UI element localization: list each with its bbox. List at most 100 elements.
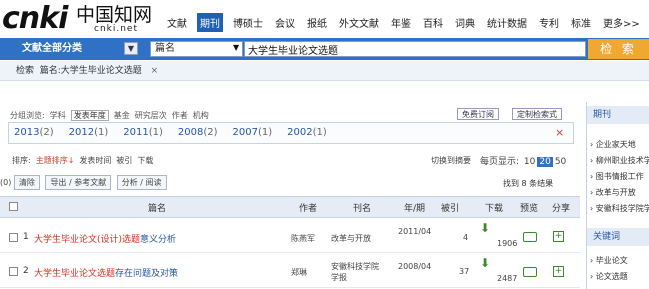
grouping-option[interactable]: 作者 bbox=[172, 111, 188, 120]
sort-bar: 排序: 主题排序↓ 发表时间 被引 下载 bbox=[12, 155, 163, 166]
row-number: 2 bbox=[23, 266, 29, 276]
row-checkbox[interactable] bbox=[9, 233, 18, 242]
col-journal[interactable]: 刊名 bbox=[353, 201, 371, 214]
sidebar-keyword-heading: 关键词 bbox=[587, 228, 649, 246]
year-filter-item[interactable]: 2007(1) bbox=[233, 127, 273, 138]
logo-chinese: 中国知网 bbox=[76, 4, 153, 26]
grouping-option[interactable]: 发表年度 bbox=[70, 110, 109, 121]
chevron-down-icon[interactable]: ▼ bbox=[124, 42, 138, 55]
row-checkbox[interactable] bbox=[9, 267, 18, 276]
download-icon[interactable]: ⬇ bbox=[480, 256, 490, 270]
selected-count: (0) bbox=[0, 178, 12, 187]
journal-link[interactable]: 改革与开放 bbox=[331, 233, 371, 244]
col-downloads[interactable]: 下载 bbox=[485, 201, 503, 214]
preview-book-icon[interactable] bbox=[523, 267, 537, 277]
journal-link[interactable]: 安徽科技学院学报 bbox=[331, 261, 381, 283]
breadcrumb: 检索 篇名:大学生毕业论文选题 × bbox=[0, 61, 649, 81]
per-page-option[interactable]: 20 bbox=[537, 157, 553, 167]
year-filter-item[interactable]: 2008(2) bbox=[178, 127, 218, 138]
sort-option[interactable]: 下载 bbox=[137, 156, 153, 165]
dropdown-arrow-icon[interactable]: ▼ bbox=[233, 43, 239, 52]
export-button[interactable]: 导出 / 参考文献 bbox=[45, 175, 112, 190]
remove-condition-icon[interactable]: × bbox=[151, 66, 159, 76]
topnav-item[interactable]: 年鉴 bbox=[389, 14, 413, 31]
result-title-link[interactable]: 大学生毕业论文(设计)选题意义分析 bbox=[34, 232, 176, 245]
download-icon[interactable]: ⬇ bbox=[480, 221, 490, 235]
topnav-item[interactable]: 标准 bbox=[569, 14, 593, 31]
sort-option[interactable]: 主题排序↓ bbox=[36, 156, 75, 165]
title-highlight: 大学生毕业论文(设计)选题 bbox=[34, 235, 141, 245]
switch-summary-link[interactable]: 切换到摘要 bbox=[431, 155, 471, 166]
year-filter-item[interactable]: 2013(2) bbox=[14, 127, 54, 138]
result-count: 找到 8 条结果 bbox=[503, 179, 554, 188]
title-rest: 意义分析 bbox=[140, 235, 177, 245]
search-button[interactable]: 检 索 bbox=[588, 39, 649, 59]
col-title[interactable]: 篇名 bbox=[148, 201, 166, 214]
year-value: 2012 bbox=[68, 127, 95, 138]
clear-button[interactable]: 清除 bbox=[13, 175, 40, 190]
cited-count[interactable]: 4 bbox=[463, 232, 468, 243]
category-select[interactable]: 文献全部分类 bbox=[2, 40, 142, 58]
year-value: 2013 bbox=[14, 127, 40, 138]
sidebar-journal-item[interactable]: › 图书情报工作 bbox=[590, 171, 649, 182]
grouping-label: 分组浏览: bbox=[10, 111, 45, 120]
sidebar-keyword-item[interactable]: › 毕业论文 bbox=[590, 255, 649, 266]
col-share: 分享 bbox=[552, 204, 571, 214]
sidebar-journal-item[interactable]: › 企业家天地 bbox=[590, 139, 649, 150]
close-icon[interactable]: × bbox=[555, 126, 564, 139]
topnav-item[interactable]: 报纸 bbox=[305, 14, 329, 31]
grouping-option[interactable]: 机构 bbox=[193, 111, 209, 120]
analyze-button[interactable]: 分析 / 阅读 bbox=[116, 175, 167, 190]
result-title-link[interactable]: 大学生毕业论文选题存在问题及对策 bbox=[34, 266, 178, 279]
search-field-select[interactable]: 篇名 bbox=[150, 41, 243, 57]
grouping-option[interactable]: 学科 bbox=[50, 111, 66, 120]
action-bar: (0) 清除 导出 / 参考文献 分析 / 阅读 bbox=[0, 175, 170, 190]
download-count: 2487 bbox=[497, 274, 518, 283]
logo-domain: cnki.net bbox=[94, 24, 138, 34]
topnav-item[interactable]: 专利 bbox=[537, 14, 561, 31]
share-plus-icon[interactable]: + bbox=[553, 266, 564, 277]
year-filter-item[interactable]: 2011(1) bbox=[123, 127, 163, 138]
topnav-item[interactable]: 文献 bbox=[165, 14, 189, 31]
year-count: (1) bbox=[94, 127, 109, 138]
preview-book-icon[interactable] bbox=[523, 232, 537, 242]
topnav-item[interactable]: 词典 bbox=[453, 14, 477, 31]
year-value: 2007 bbox=[232, 127, 258, 138]
author-link[interactable]: 陈燕军 bbox=[291, 233, 315, 244]
free-subscribe-button[interactable]: 免费订阅 bbox=[457, 108, 499, 120]
col-issue[interactable]: 年/期 bbox=[404, 201, 425, 214]
sort-option[interactable]: 被引 bbox=[116, 156, 132, 165]
title-highlight: 大学生毕业论文选题 bbox=[34, 269, 116, 279]
sort-label: 排序: bbox=[12, 156, 31, 165]
col-author[interactable]: 作者 bbox=[299, 201, 317, 214]
topnav-item[interactable]: 百科 bbox=[421, 14, 445, 31]
cited-count[interactable]: 37 bbox=[459, 266, 469, 277]
sidebar-journal-item[interactable]: › 柳州职业技术学院学报 bbox=[590, 155, 649, 166]
grouping-option[interactable]: 基金 bbox=[114, 111, 130, 120]
issue-cell: 2011/04 bbox=[398, 227, 432, 236]
topnav-item[interactable]: 外文文献 bbox=[337, 14, 381, 31]
per-page-option[interactable]: 10 bbox=[524, 157, 535, 167]
year-count: (2) bbox=[203, 127, 218, 138]
search-input[interactable] bbox=[244, 41, 586, 57]
topnav-item[interactable]: 期刊 bbox=[197, 12, 223, 32]
share-plus-icon[interactable]: + bbox=[553, 231, 564, 242]
cnki-logo[interactable]: cnki 中国知网 cnki.net bbox=[2, 2, 158, 36]
sidebar-journal-item[interactable]: › 安徽科技学院学报 bbox=[590, 203, 649, 214]
year-filter-item[interactable]: 2012(1) bbox=[69, 127, 109, 138]
grouping-option[interactable]: 研究层次 bbox=[135, 111, 167, 120]
select-all-checkbox[interactable] bbox=[9, 202, 18, 211]
topnav-item[interactable]: 更多>> bbox=[601, 14, 642, 31]
logo-mark: cnki bbox=[2, 1, 68, 36]
sort-option[interactable]: 发表时间 bbox=[79, 156, 111, 165]
custom-query-button[interactable]: 定制检索式 bbox=[512, 108, 562, 120]
topnav-item[interactable]: 会议 bbox=[273, 14, 297, 31]
topnav-item[interactable]: 统计数据 bbox=[485, 14, 529, 31]
col-cited[interactable]: 被引 bbox=[441, 201, 459, 214]
topnav-item[interactable]: 博硕士 bbox=[231, 14, 265, 31]
sidebar-journal-item[interactable]: › 改革与开放 bbox=[590, 187, 649, 198]
author-link[interactable]: 郑琳 bbox=[291, 267, 307, 278]
per-page-option[interactable]: 50 bbox=[555, 157, 566, 167]
sidebar-keyword-item[interactable]: › 论文选题 bbox=[590, 271, 649, 282]
year-filter-item[interactable]: 2002(1) bbox=[287, 127, 327, 138]
